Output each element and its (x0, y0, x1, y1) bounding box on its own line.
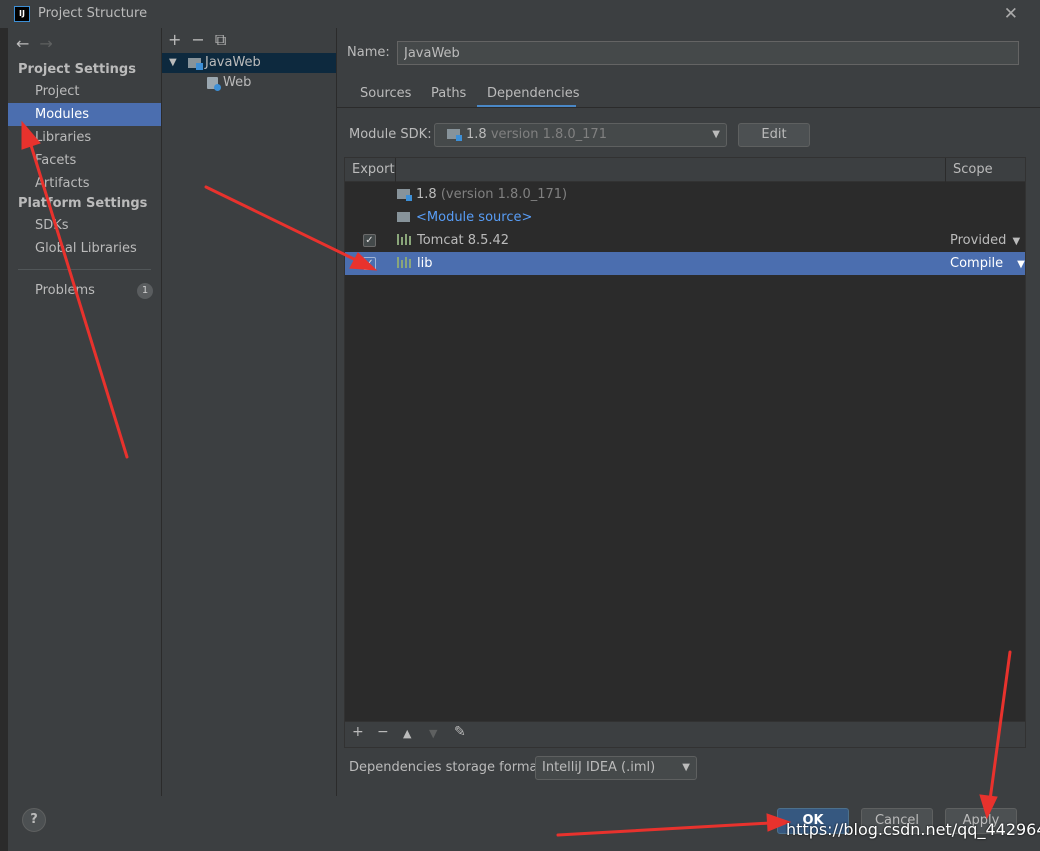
expand-chevron-icon[interactable]: ▼ (169, 53, 177, 73)
nav-item-sdks[interactable]: SDKs (8, 214, 161, 237)
web-facet-icon (207, 77, 221, 91)
modules-pane: + − ⧉ ▼ JavaWeb Web (162, 28, 336, 796)
storage-format-value: IntelliJ IDEA (.iml) (542, 760, 656, 775)
source-folder-icon (397, 212, 410, 222)
dependency-lib: lib (397, 252, 432, 275)
title-bar: IJ Project Structure ✕ (0, 0, 1040, 28)
dependency-module-source: <Module source> (397, 206, 532, 229)
problems-count-badge: 1 (137, 283, 153, 299)
problems-label: Problems (35, 283, 95, 298)
column-header-scope[interactable]: Scope (953, 162, 993, 177)
scope-dropdown[interactable]: Provided ▼ (950, 229, 1020, 253)
nav-separator (18, 269, 151, 270)
name-label: Name: (347, 45, 390, 60)
settings-navigation: ← → Project Settings Project Modules Libr… (8, 28, 161, 796)
chevron-down-icon: ▼ (1012, 236, 1021, 247)
nav-item-modules[interactable]: Modules (8, 103, 161, 126)
tabs-underline (337, 107, 1040, 108)
scope-value: Compile (950, 256, 1004, 271)
remove-dependency-icon[interactable]: − (377, 724, 389, 740)
dependency-jdk: 1.8 (version 1.8.0_171) (397, 183, 567, 206)
sdk-value: 1.8 (466, 127, 487, 142)
add-dependency-icon[interactable]: + (352, 724, 364, 740)
sdk-version: version 1.8.0_171 (490, 127, 607, 142)
dependency-name: Tomcat 8.5.42 (417, 233, 510, 248)
move-down-icon[interactable]: ▼ (429, 727, 437, 740)
dependency-row-tomcat[interactable]: ✓ Tomcat 8.5.42 Provided ▼ (345, 229, 1025, 252)
storage-format-dropdown[interactable]: IntelliJ IDEA (.iml) ▼ (535, 756, 697, 780)
sdk-folder-icon (447, 129, 462, 141)
tab-dependencies[interactable]: Dependencies (477, 84, 580, 108)
tree-item-web[interactable]: Web (162, 73, 336, 93)
tree-item-javaweb[interactable]: ▼ JavaWeb (162, 53, 336, 73)
scope-dropdown[interactable]: Compile ▼ (950, 252, 1025, 276)
history-arrows: ← → (16, 34, 53, 53)
edit-dependency-icon[interactable]: ✎ (454, 724, 466, 740)
tree-item-label: JavaWeb (205, 55, 261, 70)
library-icon (397, 257, 411, 268)
dependencies-table: Export Scope 1.8 (version 1.8.0_171) <Mo… (344, 157, 1026, 722)
nav-item-artifacts[interactable]: Artifacts (8, 172, 161, 195)
module-details: Name: Sources Paths Dependencies Module … (337, 28, 1040, 796)
help-button[interactable]: ? (22, 808, 46, 832)
chevron-down-icon: ▼ (712, 129, 720, 140)
scope-value: Provided (950, 233, 1007, 248)
nav-item-libraries[interactable]: Libraries (8, 126, 161, 149)
dependency-row-jdk[interactable]: 1.8 (version 1.8.0_171) (345, 183, 1025, 206)
module-sdk-label: Module SDK: (349, 127, 432, 142)
chevron-down-icon: ▼ (682, 762, 690, 773)
move-up-icon[interactable]: ▲ (403, 727, 411, 740)
nav-item-facets[interactable]: Facets (8, 149, 161, 172)
column-divider[interactable] (395, 158, 396, 182)
window-title: Project Structure (38, 6, 148, 21)
dependencies-toolbar: + − ▲ ▼ ✎ (344, 722, 1026, 748)
storage-format-label: Dependencies storage format: (349, 760, 547, 775)
export-checkbox[interactable]: ✓ (363, 257, 376, 270)
nav-item-problems[interactable]: Problems 1 (8, 279, 161, 302)
dependency-row-lib[interactable]: ✓ lib Compile ▼ (345, 252, 1025, 275)
module-folder-icon (188, 58, 203, 70)
platform-settings-heading: Platform Settings (18, 196, 148, 211)
nav-item-project[interactable]: Project (8, 80, 161, 103)
modules-toolbar: + − ⧉ (168, 30, 236, 50)
forward-arrow-icon[interactable]: → (39, 34, 52, 53)
copy-module-icon[interactable]: ⧉ (215, 30, 226, 49)
column-divider[interactable] (945, 158, 946, 182)
tree-item-label: Web (223, 75, 252, 90)
edit-sdk-button[interactable]: Edit (738, 123, 810, 147)
nav-item-global-libraries[interactable]: Global Libraries (8, 237, 161, 260)
library-icon (397, 234, 411, 245)
module-sdk-dropdown[interactable]: 1.8 version 1.8.0_171 ▼ (434, 123, 727, 147)
dependency-row-module-source[interactable]: <Module source> (345, 206, 1025, 229)
chevron-down-icon: ▼ (1017, 259, 1025, 270)
add-module-icon[interactable]: + (168, 30, 181, 49)
sdk-folder-icon (397, 189, 412, 201)
tab-sources[interactable]: Sources (360, 84, 411, 108)
dependency-version: (version 1.8.0_171) (440, 187, 568, 202)
column-header-export[interactable]: Export (352, 162, 395, 177)
dependency-tomcat: Tomcat 8.5.42 (397, 229, 509, 252)
close-icon[interactable]: ✕ (1004, 4, 1018, 24)
back-arrow-icon[interactable]: ← (16, 34, 29, 53)
export-checkbox[interactable]: ✓ (363, 234, 376, 247)
module-name-input[interactable] (397, 41, 1019, 65)
dependency-name: <Module source> (416, 210, 533, 225)
dependency-name: 1.8 (416, 187, 437, 202)
project-settings-heading: Project Settings (18, 62, 136, 77)
tab-paths[interactable]: Paths (431, 84, 466, 108)
dependency-name: lib (417, 256, 433, 271)
table-header: Export Scope (345, 158, 1025, 182)
watermark-url: https://blog.csdn.net/qq_44296442 (786, 820, 1040, 839)
intellij-app-icon: IJ (14, 6, 30, 22)
remove-module-icon[interactable]: − (191, 30, 204, 49)
